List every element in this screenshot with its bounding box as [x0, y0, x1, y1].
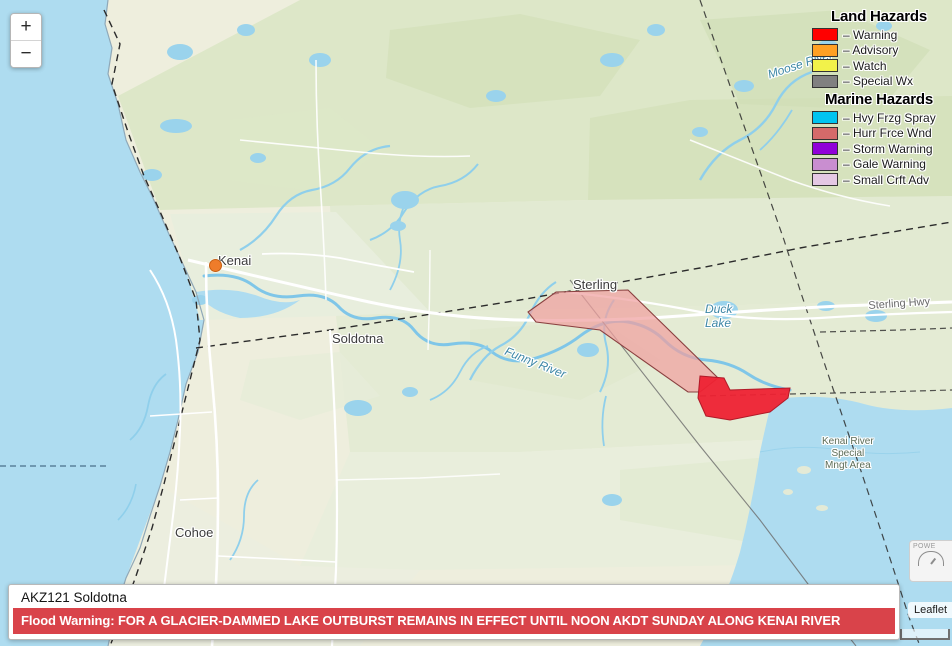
legend-swatch-small-crft-adv: [812, 173, 838, 187]
legend-land-hazards-title: Land Hazards: [831, 8, 927, 25]
zoom-in-button[interactable]: +: [11, 14, 41, 41]
legend-swatch-hvy-frzg-spray: [812, 111, 838, 125]
legend-label-gale-warning: – Gale Warning: [843, 157, 926, 172]
weather-hazard-map-app: Kenai Soldotna Sterling Cohoe Duck Lake …: [0, 0, 952, 646]
warning-banner[interactable]: AKZ121 Soldotna Flood Warning: FOR A GLA…: [8, 584, 900, 640]
banner-alert-text: Flood Warning: FOR A GLACIER-DAMMED LAKE…: [13, 608, 895, 634]
legend-row-gale-warning: – Gale Warning: [806, 157, 952, 173]
legend-row-hvy-frzg-spray: – Hvy Frzg Spray: [806, 110, 952, 126]
legend-label-small-crft-adv: – Small Crft Adv: [843, 172, 930, 187]
leaflet-attribution[interactable]: Leaflet: [907, 602, 952, 618]
legend-swatch-watch: [812, 59, 838, 73]
legend-marine-hazards-title: Marine Hazards: [824, 91, 934, 108]
city-marker-kenai[interactable]: [209, 259, 222, 272]
legend-row-advisory: – Advisory: [806, 43, 952, 59]
legend-row-special-wx: – Special Wx: [806, 74, 952, 90]
legend-row-small-crft-adv: – Small Crft Adv: [806, 172, 952, 188]
banner-alert-body: FOR A GLACIER-DAMMED LAKE OUTBURST REMAI…: [117, 613, 841, 628]
speedometer-icon: [918, 551, 944, 566]
legend-swatch-warning: [812, 28, 838, 42]
banner-zone-label: AKZ121 Soldotna: [21, 590, 127, 605]
powered-by-badge[interactable]: POWE: [909, 540, 952, 582]
legend-label-warning: – Warning: [843, 27, 898, 42]
legend-row-hurr-frce-wnd: – Hurr Frce Wnd: [806, 126, 952, 142]
zoom-control: + −: [10, 13, 42, 68]
legend-swatch-advisory: [812, 43, 838, 57]
map-scale-bar: [900, 629, 950, 640]
legend-label-hvy-frzg-spray: – Hvy Frzg Spray: [843, 110, 936, 125]
legend-swatch-hurr-frce-wnd: [812, 126, 838, 140]
legend-row-storm-warning: – Storm Warning: [806, 141, 952, 157]
legend-label-special-wx: – Special Wx: [843, 74, 914, 89]
legend-swatch-gale-warning: [812, 157, 838, 171]
zoom-out-button[interactable]: −: [11, 41, 41, 67]
banner-alert-prefix: Flood Warning:: [21, 613, 115, 628]
legend-label-advisory: – Advisory: [843, 43, 899, 58]
hazards-legend: Land Hazards – Warning – Advisory – Watc…: [806, 8, 952, 188]
legend-label-watch: – Watch: [843, 58, 887, 73]
legend-label-storm-warning: – Storm Warning: [843, 141, 933, 156]
legend-label-hurr-frce-wnd: – Hurr Frce Wnd: [843, 126, 932, 141]
legend-swatch-special-wx: [812, 74, 838, 88]
legend-swatch-storm-warning: [812, 142, 838, 156]
legend-row-warning: – Warning: [806, 27, 952, 43]
powered-by-label: POWE: [913, 543, 936, 550]
legend-row-watch: – Watch: [806, 58, 952, 74]
